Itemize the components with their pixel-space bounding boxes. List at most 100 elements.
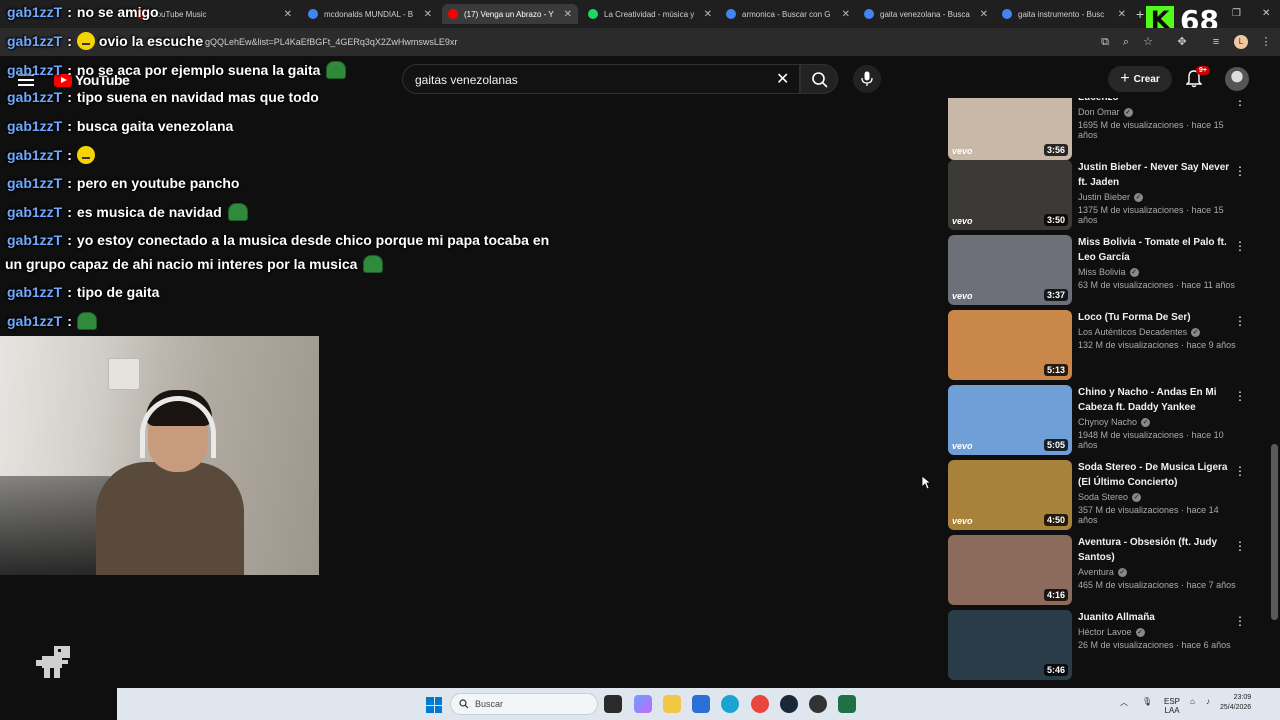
video-thumbnail[interactable]: 5:46 bbox=[948, 610, 1072, 680]
video-title[interactable]: Chino y Nacho - Andas En Mi Cabeza ft. D… bbox=[1078, 385, 1238, 415]
video-thumbnail[interactable]: vevo 3:37 bbox=[948, 235, 1072, 305]
verified-check-icon: ✓ bbox=[1129, 267, 1139, 277]
volume-icon[interactable]: ♪ bbox=[1206, 697, 1210, 706]
close-icon[interactable]: ✕ bbox=[284, 9, 292, 20]
video-thumbnail[interactable]: vevo 5:05 bbox=[948, 385, 1072, 455]
tab-label: gaita instrumento - Busc bbox=[1018, 9, 1105, 19]
obs-icon[interactable] bbox=[809, 695, 827, 713]
taskbar-clock[interactable]: 23:09 25/4/2026 bbox=[1220, 693, 1251, 713]
video-title[interactable]: Miss Bolivia - Tomate el Palo ft. Leo Ga… bbox=[1078, 235, 1238, 265]
video-thumbnail[interactable]: vevo 3:50 bbox=[948, 160, 1072, 230]
spotify-icon bbox=[588, 9, 598, 19]
video-channel[interactable]: Miss Bolivia ✓ bbox=[1078, 267, 1238, 277]
video-thumbnail[interactable]: vevo 3:56 bbox=[948, 98, 1072, 160]
chrome-icon[interactable] bbox=[751, 695, 769, 713]
more-options-icon[interactable]: ⋮ bbox=[1234, 464, 1246, 478]
related-video-item[interactable]: 5:46 Juanito Allmaña Héctor Lavoe ✓ 26 M de … bbox=[948, 610, 1253, 682]
verified-check-icon: ✓ bbox=[1123, 107, 1133, 117]
excel-icon[interactable] bbox=[838, 695, 856, 713]
video-thumbnail[interactable]: 5:13 bbox=[948, 310, 1072, 380]
video-title[interactable]: Aventura - Obsesión (ft. Judy Santos) bbox=[1078, 535, 1238, 565]
tab-gaita-instrumento[interactable]: gaita instrumento - Busc ✕ bbox=[996, 4, 1132, 24]
tab-armonica[interactable]: armonica - Buscar con G ✕ bbox=[720, 4, 856, 24]
close-window-icon[interactable]: ✕ bbox=[1262, 8, 1270, 19]
close-icon[interactable]: ✕ bbox=[424, 9, 432, 20]
reading-list-icon[interactable]: ≡ bbox=[1210, 36, 1222, 48]
browser-menu-icon[interactable]: ⋮ bbox=[1260, 36, 1272, 48]
video-title[interactable]: Loco (Tu Forma De Ser) bbox=[1078, 310, 1238, 325]
close-icon[interactable]: ✕ bbox=[564, 9, 572, 20]
url-text[interactable]: gQQLehEw&list=PL4KaEfBGFt_4GERq3qX2ZwHwm… bbox=[205, 37, 457, 47]
tab-youtube-music[interactable]: YouTube Music ✕ bbox=[130, 4, 298, 24]
more-options-icon[interactable]: ⋮ bbox=[1234, 98, 1246, 108]
video-duration: 3:56 bbox=[1043, 144, 1068, 156]
video-title[interactable]: Lucenzo bbox=[1078, 98, 1238, 105]
related-video-item[interactable]: vevo 5:05 Chino y Nacho - Andas En Mi Cabe… bbox=[948, 385, 1253, 457]
video-channel[interactable]: Héctor Lavoe ✓ bbox=[1078, 627, 1238, 637]
hamburger-menu-icon[interactable] bbox=[18, 74, 34, 86]
more-options-icon[interactable]: ⋮ bbox=[1234, 164, 1246, 178]
taskbar-search-box[interactable]: Buscar bbox=[450, 693, 598, 715]
file-explorer-icon[interactable] bbox=[663, 695, 681, 713]
tab-venga-un-abrazo[interactable]: (17) Venga un Abrazo - Y ✕ bbox=[442, 4, 578, 24]
related-video-item[interactable]: vevo 3:50 Justin Bieber - Never Say Never … bbox=[948, 160, 1253, 232]
install-app-icon[interactable]: ⧉ bbox=[1099, 36, 1111, 48]
related-video-item[interactable]: vevo 3:56 Lucenzo Don Omar✓ 1695 M de visual… bbox=[948, 98, 1253, 162]
close-icon[interactable]: ✕ bbox=[1118, 9, 1126, 20]
youtube-logo[interactable]: YouTube bbox=[54, 72, 130, 88]
close-icon[interactable]: ✕ bbox=[980, 9, 988, 20]
voice-search-button[interactable] bbox=[853, 65, 881, 93]
video-thumbnail[interactable]: vevo 4:50 bbox=[948, 460, 1072, 530]
zoom-icon[interactable]: ⌕ bbox=[1120, 36, 1132, 48]
video-channel[interactable]: Chynoy Nacho ✓ bbox=[1078, 417, 1238, 427]
more-options-icon[interactable]: ⋮ bbox=[1234, 389, 1246, 403]
video-title[interactable]: Justin Bieber - Never Say Never ft. Jade… bbox=[1078, 160, 1238, 190]
close-icon[interactable]: ✕ bbox=[842, 9, 850, 20]
store-icon[interactable] bbox=[692, 695, 710, 713]
video-channel[interactable]: Soda Stereo ✓ bbox=[1078, 492, 1238, 502]
browser-profile-avatar[interactable]: L bbox=[1234, 35, 1248, 49]
language-indicator[interactable]: ESP LAA bbox=[1164, 697, 1180, 715]
tray-microphone-icon[interactable]: 🎙 bbox=[1142, 697, 1152, 706]
video-channel[interactable]: Don Omar ✓ bbox=[1078, 107, 1238, 117]
video-title[interactable]: Juanito Allmaña bbox=[1078, 610, 1238, 625]
task-view-icon[interactable] bbox=[604, 695, 622, 713]
network-icon[interactable]: ⌂ bbox=[1190, 697, 1195, 706]
video-duration: 5:13 bbox=[1043, 364, 1068, 376]
video-channel[interactable]: Justin Bieber ✓ bbox=[1078, 192, 1238, 202]
restore-icon[interactable]: ❐ bbox=[1232, 8, 1241, 19]
extensions-icon[interactable]: ✥ bbox=[1176, 36, 1188, 48]
related-video-item[interactable]: vevo 3:37 Miss Bolivia - Tomate el Palo ft… bbox=[948, 235, 1253, 307]
related-video-item[interactable]: 5:13 Loco (Tu Forma De Ser) Los Auténticos… bbox=[948, 310, 1253, 382]
related-video-item[interactable]: vevo 4:50 Soda Stereo - De Musica Ligera (… bbox=[948, 460, 1253, 532]
video-thumbnail[interactable]: 4:16 bbox=[948, 535, 1072, 605]
bookmark-star-icon[interactable]: ☆ bbox=[1142, 36, 1154, 48]
clear-search-icon[interactable]: ✕ bbox=[776, 69, 789, 89]
tab-mcdonalds[interactable]: mcdonalds MUNDIAL - B ✕ bbox=[302, 4, 438, 24]
more-options-icon[interactable]: ⋮ bbox=[1234, 539, 1246, 553]
page-scrollbar-thumb[interactable] bbox=[1271, 444, 1278, 620]
video-stats: 1375 M de visualizaciones · hace 15 años bbox=[1078, 205, 1224, 225]
edge-icon[interactable] bbox=[721, 695, 739, 713]
tab-la-creatividad[interactable]: La Creatividad - música y ✕ bbox=[582, 4, 718, 24]
more-options-icon[interactable]: ⋮ bbox=[1234, 239, 1246, 253]
search-input[interactable]: gaitas venezolanas bbox=[402, 64, 800, 94]
chat-username: gab1zzT bbox=[7, 313, 63, 329]
related-video-item[interactable]: 4:16 Aventura - Obsesión (ft. Judy Santos… bbox=[948, 535, 1253, 607]
video-channel[interactable]: Los Auténticos Decadentes ✓ bbox=[1078, 327, 1238, 337]
video-title[interactable]: Soda Stereo - De Musica Ligera (El Últim… bbox=[1078, 460, 1238, 490]
search-button[interactable] bbox=[800, 64, 838, 94]
tab-gaita-venezolana[interactable]: gaita venezolana - Busca ✕ bbox=[858, 4, 994, 24]
more-options-icon[interactable]: ⋮ bbox=[1234, 314, 1246, 328]
youtube-wordmark: YouTube bbox=[75, 72, 130, 88]
close-icon[interactable]: ✕ bbox=[704, 9, 712, 20]
video-channel[interactable]: Aventura ✓ bbox=[1078, 567, 1238, 577]
new-tab-button[interactable]: + bbox=[1136, 6, 1144, 22]
copilot-icon[interactable] bbox=[634, 695, 652, 713]
steam-icon[interactable] bbox=[780, 695, 798, 713]
create-button[interactable]: + Crear bbox=[1108, 66, 1172, 92]
windows-start-icon[interactable] bbox=[426, 697, 442, 713]
more-options-icon[interactable]: ⋮ bbox=[1234, 614, 1246, 628]
tray-expand-icon[interactable]: ︿ bbox=[1120, 697, 1128, 708]
user-avatar[interactable] bbox=[1225, 67, 1249, 91]
